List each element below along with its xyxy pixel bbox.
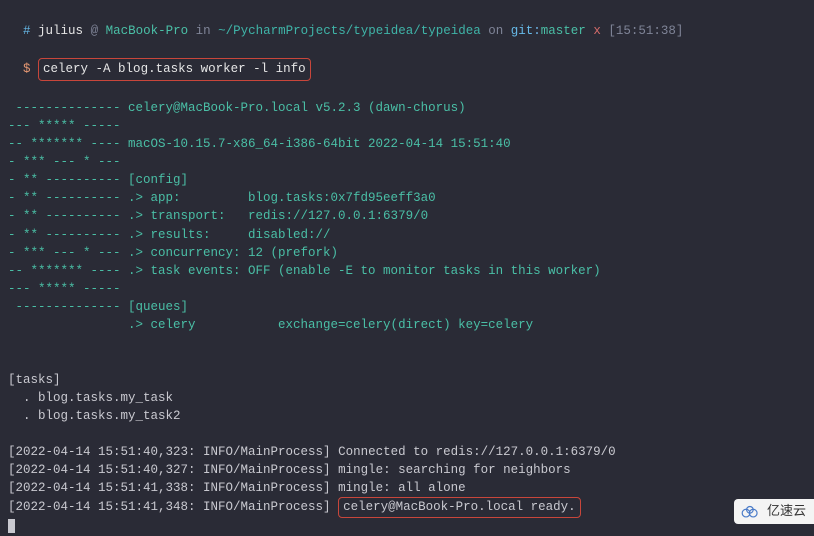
log-line: [2022-04-14 15:51:41,338: INFO/MainProce… [8, 479, 806, 497]
celery-banner: -------------- celery@MacBook-Pro.local … [8, 99, 806, 335]
banner-line: - ** ---------- .> results: disabled:// [8, 226, 806, 244]
banner-line: - ** ---------- .> transport: redis://12… [8, 207, 806, 225]
prompt-colon: : [533, 24, 541, 38]
blank-line [8, 334, 806, 352]
log-line: [2022-04-14 15:51:40,327: INFO/MainProce… [8, 461, 806, 479]
terminal-cursor [8, 519, 15, 533]
prompt-hash: # [23, 24, 31, 38]
task-item: . blog.tasks.my_task2 [8, 407, 806, 425]
shell-prompt-line: # julius @ MacBook-Pro in ~/PycharmProje… [8, 4, 806, 40]
tasks-list: . blog.tasks.my_task . blog.tasks.my_tas… [8, 389, 806, 425]
prompt-on: on [488, 24, 503, 38]
cursor-line[interactable] [8, 518, 806, 536]
prompt-at: @ [91, 24, 99, 38]
tasks-header: [tasks] [8, 371, 806, 389]
prompt-x: x [593, 24, 601, 38]
log-prefix: [2022-04-14 15:51:41,348: INFO/MainProce… [8, 500, 331, 514]
command-line[interactable]: $ celery -A blog.tasks worker -l info [8, 40, 806, 80]
log-prefix: [2022-04-14 15:51:40,323: INFO/MainProce… [8, 445, 331, 459]
log-line: [2022-04-14 15:51:40,323: INFO/MainProce… [8, 443, 806, 461]
banner-line: -- ******* ---- .> task events: OFF (ena… [8, 262, 806, 280]
log-message: mingle: all alone [331, 481, 466, 495]
banner-line: --- ***** ----- [8, 280, 806, 298]
prompt-in: in [196, 24, 211, 38]
prompt-branch: master [541, 24, 586, 38]
blank-line [8, 352, 806, 370]
log-line: [2022-04-14 15:51:41,348: INFO/MainProce… [8, 497, 806, 517]
banner-line: - *** --- * --- .> concurrency: 12 (pref… [8, 244, 806, 262]
banner-line: -- ******* ---- macOS-10.15.7-x86_64-i38… [8, 135, 806, 153]
banner-line: --- ***** ----- [8, 117, 806, 135]
prompt-time: [15:51:38] [608, 24, 683, 38]
prompt-host: MacBook-Pro [106, 24, 189, 38]
log-lines: [2022-04-14 15:51:40,323: INFO/MainProce… [8, 443, 806, 518]
log-message: celery@MacBook-Pro.local ready. [343, 500, 576, 514]
blank-line [8, 81, 806, 99]
log-prefix: [2022-04-14 15:51:40,327: INFO/MainProce… [8, 463, 331, 477]
banner-line: - ** ---------- .> app: blog.tasks:0x7fd… [8, 189, 806, 207]
log-highlight-box: celery@MacBook-Pro.local ready. [338, 497, 581, 517]
prompt-git: git [511, 24, 534, 38]
cloud-icon [740, 504, 762, 520]
log-prefix: [2022-04-14 15:51:41,338: INFO/MainProce… [8, 481, 331, 495]
banner-line: .> celery exchange=celery(direct) key=ce… [8, 316, 806, 334]
banner-line: - *** --- * --- [8, 153, 806, 171]
watermark: 亿速云 [734, 499, 814, 524]
banner-line: -------------- [queues] [8, 298, 806, 316]
banner-line: - ** ---------- [config] [8, 171, 806, 189]
task-item: . blog.tasks.my_task [8, 389, 806, 407]
command-text: celery -A blog.tasks worker -l info [43, 62, 306, 76]
prompt-path: ~/PycharmProjects/typeidea/typeidea [218, 24, 481, 38]
blank-line [8, 425, 806, 443]
banner-line: -------------- celery@MacBook-Pro.local … [8, 99, 806, 117]
watermark-text: 亿速云 [767, 502, 806, 521]
log-message: mingle: searching for neighbors [331, 463, 571, 477]
log-message: Connected to redis://127.0.0.1:6379/0 [331, 445, 616, 459]
command-prefix: $ [23, 62, 31, 76]
command-highlight-box: celery -A blog.tasks worker -l info [38, 58, 311, 80]
prompt-user: julius [38, 24, 83, 38]
